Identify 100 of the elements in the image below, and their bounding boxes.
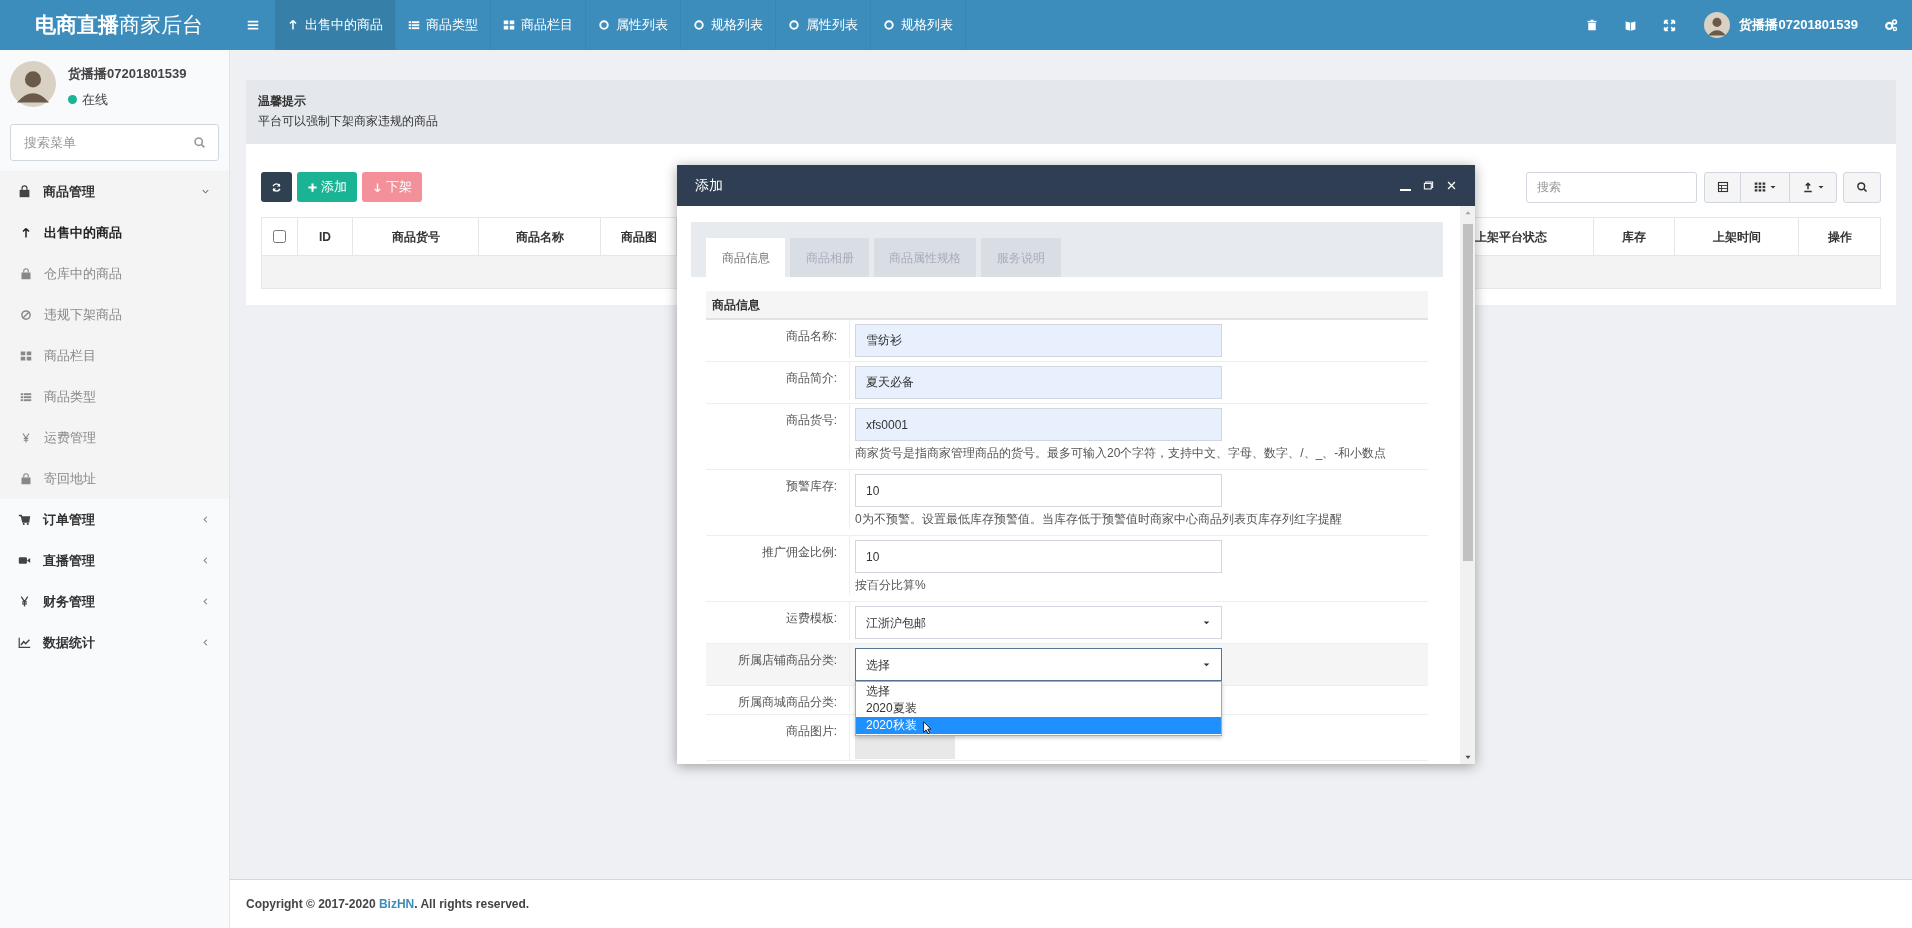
search-field[interactable]: 搜索	[1526, 171, 1697, 203]
caret-icon	[1202, 618, 1211, 627]
nav-tab[interactable]: 出售中的商品	[275, 0, 396, 50]
scrollbar-thumb[interactable]	[1462, 224, 1473, 561]
table-icon	[1716, 181, 1729, 193]
text-field[interactable]: 10	[855, 540, 1222, 573]
menu-group[interactable]: 直播管理	[0, 540, 229, 581]
field-label: 商品图片:	[706, 715, 850, 760]
menu-item[interactable]: 寄回地址	[0, 458, 229, 499]
field-hint: 商家货号是指商家管理商品的货号。最多可输入20个字符，支持中文、字母、数字、/、_、-和小数点	[855, 445, 1387, 462]
settings-button[interactable]	[1884, 18, 1898, 32]
menu-group-label: 数据统计	[43, 633, 96, 652]
field-label: 预警库存:	[706, 470, 850, 529]
dropdown-option[interactable]: 2020秋装	[856, 717, 1221, 734]
menu-group[interactable]: 财务管理	[0, 581, 229, 622]
expand-icon	[1663, 18, 1677, 32]
search-icon	[193, 136, 206, 149]
nav-tab[interactable]: 属性列表	[586, 0, 681, 50]
arrow-up-icon	[287, 19, 299, 31]
video-camera-icon	[18, 554, 31, 567]
nav-tab[interactable]: 商品类型	[396, 0, 491, 50]
field-label: 商品货号:	[706, 404, 850, 463]
text-field[interactable]: 雪纺衫	[855, 324, 1222, 357]
notice-title: 温馨提示	[258, 93, 307, 110]
column-header: 库存	[1593, 218, 1674, 255]
column-header: ID	[298, 218, 353, 255]
dropdown-option[interactable]: 选择	[856, 683, 1221, 700]
yen-icon	[20, 431, 32, 444]
menu-group[interactable]: 数据统计	[0, 622, 229, 663]
dropdown-option[interactable]: 2020夏装	[856, 700, 1221, 717]
menu-item[interactable]: 商品类型	[0, 376, 229, 417]
column-header: 商品名称	[479, 218, 601, 255]
section-header: 商品信息	[706, 291, 1428, 320]
copyright-text: Copyright © 2017-2020 BizHN. All rights reserved.	[246, 896, 530, 913]
menu-item[interactable]: 商品栏目	[0, 335, 229, 376]
nav-tab[interactable]: 规格列表	[871, 0, 966, 50]
refresh-icon	[271, 181, 282, 193]
avatar	[1704, 12, 1731, 38]
nav-tab[interactable]: 商品栏目	[491, 0, 586, 50]
caret-icon	[1768, 183, 1777, 191]
add-button[interactable]: 添加	[297, 172, 357, 202]
select-field[interactable]: 选择	[855, 648, 1222, 681]
select-field[interactable]: 江浙沪包邮	[855, 606, 1222, 639]
text-field[interactable]: xfs0001	[855, 408, 1222, 441]
field-label: 推广佣金比例:	[706, 536, 850, 595]
menu-item[interactable]: 违规下架商品	[0, 294, 229, 335]
plus-icon	[307, 181, 318, 193]
text-field[interactable]: 夏天必备	[855, 366, 1222, 399]
menu-item[interactable]: 仓库中的商品	[0, 253, 229, 294]
minimize-icon	[1400, 189, 1411, 191]
menu-icon	[245, 18, 260, 32]
avatar	[10, 61, 56, 107]
user-name[interactable]: 货播播07201801539	[1739, 15, 1858, 35]
column-header: 上架时间	[1674, 218, 1798, 255]
caret-icon	[1202, 660, 1211, 669]
menu-group-label: 订单管理	[43, 510, 96, 529]
field-label: 商品简介:	[706, 362, 850, 400]
menu-group-label: 直播管理	[43, 551, 96, 570]
modal-tab[interactable]: 商品信息	[706, 238, 785, 277]
nav-tab[interactable]: 属性列表	[776, 0, 871, 50]
scrollbar[interactable]	[1460, 206, 1475, 764]
yen-icon	[18, 595, 31, 608]
column-header: 操作	[1798, 218, 1880, 255]
circle-icon	[883, 19, 895, 31]
grid-icon	[1753, 181, 1766, 193]
select-all-checkbox[interactable]	[273, 230, 286, 243]
user-name: 货播播07201801539	[68, 65, 187, 83]
notice-text: 平台可以强制下架商家违规的商品	[258, 113, 439, 130]
circle-icon	[598, 19, 610, 31]
grid-icon	[503, 19, 515, 31]
list-icon	[20, 390, 32, 403]
arrow-up-icon	[20, 226, 32, 239]
menu-item[interactable]: 运费管理	[0, 417, 229, 458]
cart-icon	[18, 513, 31, 526]
menu-group-label: 商品管理	[43, 182, 96, 201]
search-field[interactable]: 搜索菜单	[10, 124, 219, 161]
menu-group-label: 财务管理	[43, 592, 96, 611]
grid-icon	[20, 349, 32, 362]
close-button[interactable]	[1446, 180, 1457, 191]
line-chart-icon	[18, 636, 31, 649]
trash-button[interactable]	[1586, 19, 1599, 31]
arrow-down-icon	[372, 181, 383, 193]
fullscreen-button[interactable]	[1663, 18, 1677, 32]
menu-item[interactable]: 出售中的商品	[0, 212, 229, 253]
field-hint: 按百分比算%	[855, 577, 927, 594]
search-icon	[1856, 181, 1868, 193]
menu-group[interactable]: 订单管理	[0, 499, 229, 540]
maximize-icon	[1423, 180, 1434, 191]
circle-icon	[693, 19, 705, 31]
menu-group[interactable]: 商品管理	[0, 171, 229, 212]
search-button[interactable]	[1843, 171, 1881, 203]
maximize-button[interactable]	[1423, 180, 1434, 191]
circle-icon	[788, 19, 800, 31]
caret-icon	[1816, 183, 1825, 191]
list-icon	[408, 19, 420, 31]
refresh-button[interactable]	[261, 172, 292, 202]
trash-icon	[1586, 19, 1599, 31]
field-hint: 0为不预警。设置最低库存预警值。当库存低于预警值时商家中心商品列表页库存列红字提醒	[855, 511, 1342, 528]
nav-tab[interactable]: 规格列表	[681, 0, 776, 50]
text-field[interactable]: 10	[855, 474, 1222, 507]
